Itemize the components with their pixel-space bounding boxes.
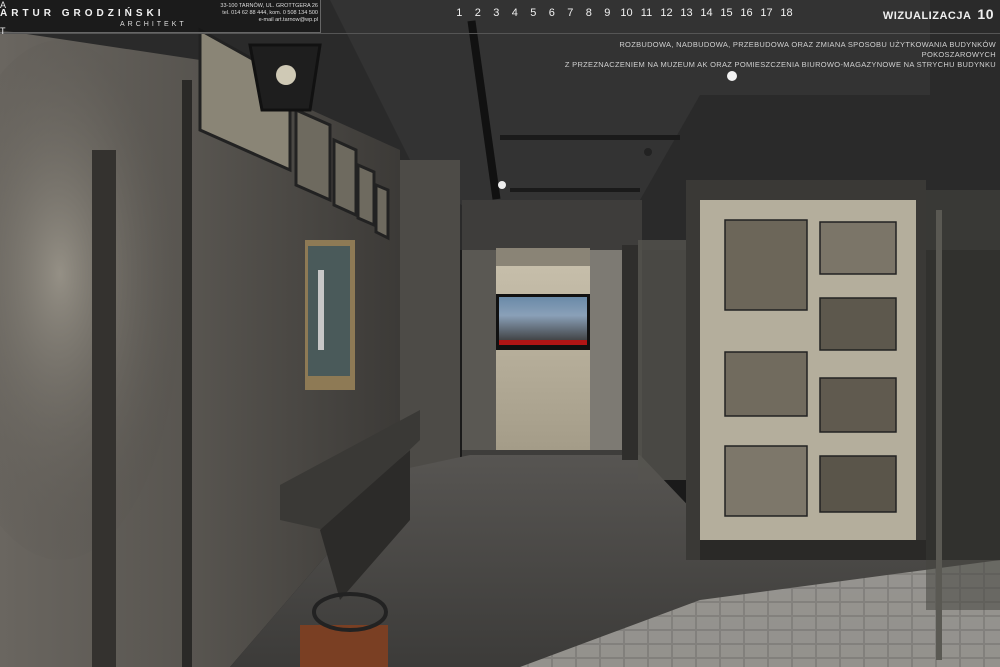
historic-photo bbox=[724, 219, 808, 311]
spotlight-icon bbox=[727, 71, 737, 81]
page-link-11[interactable]: 11 bbox=[637, 7, 657, 19]
spotlight-icon bbox=[644, 148, 652, 156]
architect-name: ARTUR GRODZIŃSKI bbox=[0, 8, 165, 19]
page-link-3[interactable]: 3 bbox=[487, 7, 506, 19]
page-title: WIZUALIZACJA 10 bbox=[883, 6, 994, 22]
drain-pipe bbox=[182, 80, 192, 667]
page-link-7[interactable]: 7 bbox=[561, 7, 580, 19]
wall-frame bbox=[356, 162, 376, 228]
lantern-light bbox=[276, 65, 296, 85]
historic-photo bbox=[819, 455, 897, 513]
page-link-15[interactable]: 15 bbox=[717, 7, 737, 19]
historic-photo bbox=[819, 297, 897, 351]
wall-frame bbox=[294, 107, 332, 203]
description-line: ROZBUDOWA, NADBUDOWA, PRZEBUDOWA ORAZ ZM… bbox=[619, 40, 996, 59]
light-track bbox=[510, 188, 640, 192]
page-navigation: 1 2 3 4 5 6 7 8 9 10 11 12 13 14 15 16 1… bbox=[450, 7, 797, 19]
photo-display bbox=[308, 246, 350, 376]
wall-frame bbox=[374, 182, 390, 241]
page-link-8[interactable]: 8 bbox=[580, 7, 599, 19]
address-line: tel. 014 62 88 444, kom. 0 508 134 500 bbox=[222, 10, 318, 16]
glass-post bbox=[936, 210, 942, 660]
display-case-frame bbox=[622, 245, 638, 460]
page-link-13[interactable]: 13 bbox=[677, 7, 697, 19]
address-line: e-mail art.tarnow@wp.pl bbox=[258, 17, 318, 23]
page-link-16[interactable]: 16 bbox=[737, 7, 757, 19]
light-track bbox=[500, 135, 680, 140]
description-line: Z PRZEZNACZENIEM NA MUZEUM AK ORAZ POMIE… bbox=[564, 60, 996, 69]
spotlight-icon bbox=[498, 181, 506, 189]
historic-photo bbox=[819, 377, 897, 433]
wall-column bbox=[92, 150, 116, 667]
panel-plinth bbox=[700, 540, 926, 560]
title-label: WIZUALIZACJA bbox=[882, 10, 972, 22]
logo-letter: T bbox=[0, 26, 7, 36]
corridor-pillar bbox=[590, 250, 622, 450]
page-link-18[interactable]: 18 bbox=[777, 7, 797, 19]
address-line: 33-100 TARNÓW, UL. GROTTGERA 26 bbox=[220, 3, 318, 9]
project-description: ROZBUDOWA, NADBUDOWA, PRZEBUDOWA ORAZ ZM… bbox=[556, 40, 996, 70]
page-link-4[interactable]: 4 bbox=[506, 7, 525, 19]
title-number: 10 bbox=[977, 6, 994, 22]
back-wall-lintel bbox=[496, 248, 590, 266]
page-link-2[interactable]: 2 bbox=[469, 7, 488, 19]
display-case bbox=[638, 240, 686, 480]
page-link-14[interactable]: 14 bbox=[697, 7, 717, 19]
photo-monument bbox=[318, 270, 324, 350]
historic-photo bbox=[724, 445, 808, 517]
page-link-1[interactable]: 1 bbox=[450, 7, 469, 19]
top-bar: A A T ARTUR GRODZIŃSKI ARCHITEKT 33-100 … bbox=[0, 0, 1000, 36]
historic-photo bbox=[819, 221, 897, 275]
architect-logo: A A T ARTUR GRODZIŃSKI ARCHITEKT 33-100 … bbox=[0, 0, 321, 36]
historic-photo bbox=[724, 351, 808, 417]
wall-frame bbox=[332, 137, 358, 218]
contact-address: 33-100 TARNÓW, UL. GROTTGERA 26 tel. 014… bbox=[212, 3, 318, 24]
page-link-12[interactable]: 12 bbox=[657, 7, 677, 19]
page-link-9[interactable]: 9 bbox=[598, 7, 617, 19]
corridor-pillar bbox=[462, 250, 496, 450]
architect-subtitle: ARCHITEKT bbox=[120, 21, 187, 28]
tv-picture bbox=[499, 297, 587, 343]
page-link-5[interactable]: 5 bbox=[524, 7, 543, 19]
page-link-6[interactable]: 6 bbox=[543, 7, 562, 19]
tv-news-bar bbox=[499, 340, 587, 345]
page-link-17[interactable]: 17 bbox=[757, 7, 777, 19]
page-link-10[interactable]: 10 bbox=[617, 7, 637, 19]
